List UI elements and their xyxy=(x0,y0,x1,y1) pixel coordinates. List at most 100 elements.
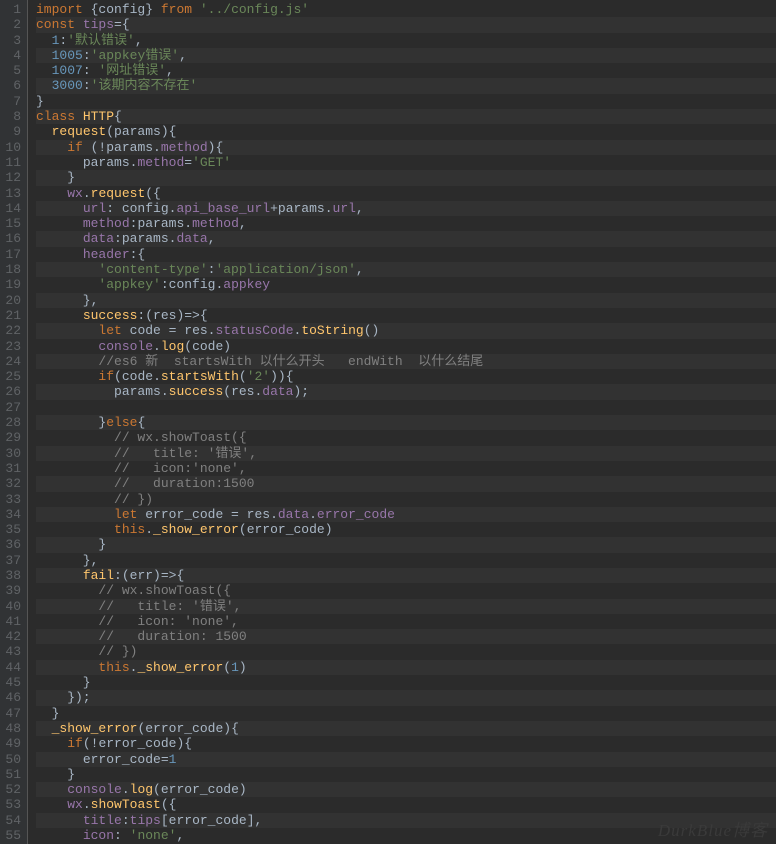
code-editor[interactable]: 1234567891011121314151617181920212223242… xyxy=(0,0,776,844)
code-line[interactable]: this._show_error(1) xyxy=(36,660,776,675)
line-number: 32 xyxy=(4,476,21,491)
line-number: 54 xyxy=(4,813,21,828)
line-number: 36 xyxy=(4,537,21,552)
line-number: 22 xyxy=(4,323,21,338)
line-number: 9 xyxy=(4,124,21,139)
line-number: 3 xyxy=(4,33,21,48)
line-number: 6 xyxy=(4,78,21,93)
code-line[interactable]: const tips={ xyxy=(36,17,776,32)
line-number: 34 xyxy=(4,507,21,522)
code-line[interactable]: import {config} from '../config.js' xyxy=(36,2,776,17)
code-line[interactable]: success:(res)=>{ xyxy=(36,308,776,323)
code-line[interactable]: 1:'默认错误', xyxy=(36,33,776,48)
code-line[interactable]: console.log(code) xyxy=(36,339,776,354)
code-line[interactable]: wx.request({ xyxy=(36,186,776,201)
line-number: 25 xyxy=(4,369,21,384)
line-number: 16 xyxy=(4,231,21,246)
code-area[interactable]: import {config} from '../config.js'const… xyxy=(28,0,776,844)
line-number: 48 xyxy=(4,721,21,736)
line-number: 8 xyxy=(4,109,21,124)
code-line[interactable]: 'appkey':config.appkey xyxy=(36,277,776,292)
line-number: 40 xyxy=(4,599,21,614)
line-number: 23 xyxy=(4,339,21,354)
code-line[interactable]: }else{ xyxy=(36,415,776,430)
code-line[interactable]: // wx.showToast({ xyxy=(36,430,776,445)
code-line[interactable]: // duration:1500 xyxy=(36,476,776,491)
code-line[interactable]: 1007: '网址错误', xyxy=(36,63,776,78)
line-number: 37 xyxy=(4,553,21,568)
line-number: 2 xyxy=(4,17,21,32)
code-line[interactable]: } xyxy=(36,675,776,690)
line-number: 29 xyxy=(4,430,21,445)
code-line[interactable]: } xyxy=(36,94,776,109)
line-number: 31 xyxy=(4,461,21,476)
line-number: 13 xyxy=(4,186,21,201)
code-line[interactable]: // icon:'none', xyxy=(36,461,776,476)
line-number: 35 xyxy=(4,522,21,537)
code-line[interactable]: }, xyxy=(36,293,776,308)
line-number-gutter: 1234567891011121314151617181920212223242… xyxy=(0,0,28,844)
line-number: 47 xyxy=(4,706,21,721)
code-line[interactable]: }, xyxy=(36,553,776,568)
code-line[interactable]: data:params.data, xyxy=(36,231,776,246)
code-line[interactable]: console.log(error_code) xyxy=(36,782,776,797)
code-line[interactable]: // icon: 'none', xyxy=(36,614,776,629)
code-line[interactable]: 'content-type':'application/json', xyxy=(36,262,776,277)
code-line[interactable]: 3000:'该期内容不存在' xyxy=(36,78,776,93)
line-number: 20 xyxy=(4,293,21,308)
code-line[interactable]: 1005:'appkey错误', xyxy=(36,48,776,63)
line-number: 24 xyxy=(4,354,21,369)
code-line[interactable]: url: config.api_base_url+params.url, xyxy=(36,201,776,216)
code-line[interactable]: request(params){ xyxy=(36,124,776,139)
code-line[interactable]: if (!params.method){ xyxy=(36,140,776,155)
code-line[interactable]: //es6 新 startsWith 以什么开头 endWith 以什么结尾 xyxy=(36,354,776,369)
line-number: 15 xyxy=(4,216,21,231)
line-number: 12 xyxy=(4,170,21,185)
code-line[interactable]: if(code.startsWith('2')){ xyxy=(36,369,776,384)
line-number: 42 xyxy=(4,629,21,644)
code-line[interactable] xyxy=(36,400,776,415)
code-line[interactable]: params.success(res.data); xyxy=(36,384,776,399)
code-line[interactable]: } xyxy=(36,537,776,552)
line-number: 53 xyxy=(4,797,21,812)
watermark-text: DurkBlue博客 xyxy=(658,823,768,838)
line-number: 52 xyxy=(4,782,21,797)
line-number: 46 xyxy=(4,690,21,705)
line-number: 10 xyxy=(4,140,21,155)
line-number: 1 xyxy=(4,2,21,17)
line-number: 39 xyxy=(4,583,21,598)
code-line[interactable]: wx.showToast({ xyxy=(36,797,776,812)
line-number: 11 xyxy=(4,155,21,170)
code-line[interactable]: this._show_error(error_code) xyxy=(36,522,776,537)
code-line[interactable]: // }) xyxy=(36,644,776,659)
code-line[interactable]: let code = res.statusCode.toString() xyxy=(36,323,776,338)
code-line[interactable]: let error_code = res.data.error_code xyxy=(36,507,776,522)
line-number: 44 xyxy=(4,660,21,675)
code-line[interactable]: method:params.method, xyxy=(36,216,776,231)
code-line[interactable]: } xyxy=(36,767,776,782)
code-line[interactable]: } xyxy=(36,170,776,185)
line-number: 49 xyxy=(4,736,21,751)
code-line[interactable]: params.method='GET' xyxy=(36,155,776,170)
code-line[interactable]: // title: '错误', xyxy=(36,446,776,461)
code-line[interactable]: // duration: 1500 xyxy=(36,629,776,644)
line-number: 55 xyxy=(4,828,21,843)
code-line[interactable]: _show_error(error_code){ xyxy=(36,721,776,736)
code-line[interactable]: class HTTP{ xyxy=(36,109,776,124)
line-number: 5 xyxy=(4,63,21,78)
line-number: 28 xyxy=(4,415,21,430)
code-line[interactable]: if(!error_code){ xyxy=(36,736,776,751)
code-line[interactable]: // wx.showToast({ xyxy=(36,583,776,598)
code-line[interactable]: // }) xyxy=(36,492,776,507)
code-line[interactable]: }); xyxy=(36,690,776,705)
line-number: 26 xyxy=(4,384,21,399)
code-line[interactable]: // title: '错误', xyxy=(36,599,776,614)
line-number: 30 xyxy=(4,446,21,461)
line-number: 43 xyxy=(4,644,21,659)
code-line[interactable]: error_code=1 xyxy=(36,752,776,767)
line-number: 33 xyxy=(4,492,21,507)
line-number: 4 xyxy=(4,48,21,63)
code-line[interactable]: header:{ xyxy=(36,247,776,262)
code-line[interactable]: } xyxy=(36,706,776,721)
code-line[interactable]: fail:(err)=>{ xyxy=(36,568,776,583)
